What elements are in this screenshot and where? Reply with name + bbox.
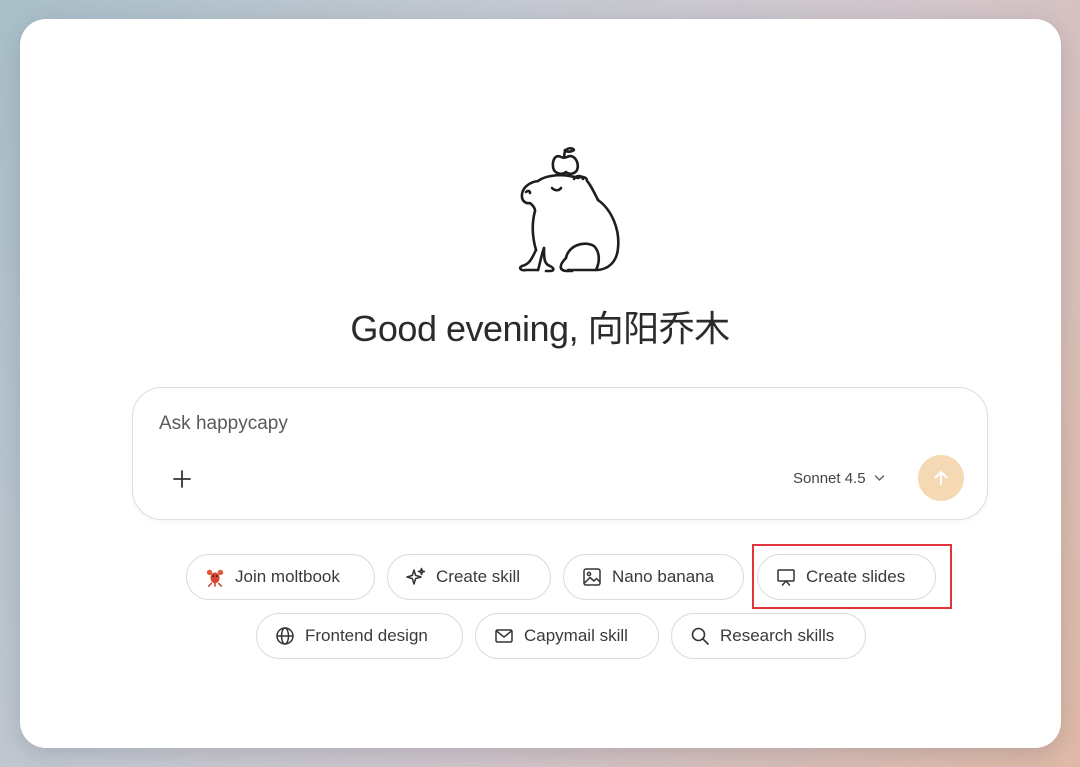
model-selector[interactable]: Sonnet 4.5: [793, 466, 885, 490]
chevron-down-icon: [874, 475, 884, 481]
capybara-mascot-icon: [518, 146, 620, 273]
prompt-input[interactable]: [159, 410, 759, 438]
suggestion-label: Join moltbook: [235, 567, 340, 586]
send-button[interactable]: [918, 455, 964, 501]
suggestion-join-moltbook[interactable]: Join moltbook: [186, 554, 375, 600]
suggestion-research-skills[interactable]: Research skills: [671, 613, 866, 659]
chat-composer: Sonnet 4.5: [132, 387, 988, 520]
arrow-up-icon: [934, 471, 948, 485]
suggestion-capymail-skill[interactable]: Capymail skill: [475, 613, 659, 659]
suggestion-label: Create skill: [436, 567, 521, 586]
suggestion-label: Research skills: [720, 626, 835, 645]
presentation-icon: [776, 567, 796, 587]
suggestion-label: Capymail skill: [524, 626, 628, 645]
suggestion-create-slides[interactable]: Create slides: [757, 554, 936, 600]
greeting-title: Good evening, 向阳乔木: [350, 308, 730, 349]
sparkles-icon: [406, 567, 426, 587]
suggestion-label: Frontend design: [305, 626, 428, 645]
suggestion-label: Nano banana: [612, 567, 715, 586]
image-icon: [582, 567, 602, 587]
suggestion-frontend-design[interactable]: Frontend design: [256, 613, 463, 659]
model-selector-label: Sonnet 4.5: [793, 469, 866, 487]
add-attachment-button[interactable]: [167, 464, 197, 494]
lobster-emoji-icon: [205, 567, 225, 587]
plus-icon: [173, 470, 191, 488]
search-icon: [690, 626, 710, 646]
globe-icon: [275, 626, 295, 646]
mail-icon: [494, 626, 514, 646]
suggestion-nano-banana[interactable]: Nano banana: [563, 554, 744, 600]
suggestion-label: Create slides: [806, 567, 906, 586]
suggestion-create-skill[interactable]: Create skill: [387, 554, 551, 600]
